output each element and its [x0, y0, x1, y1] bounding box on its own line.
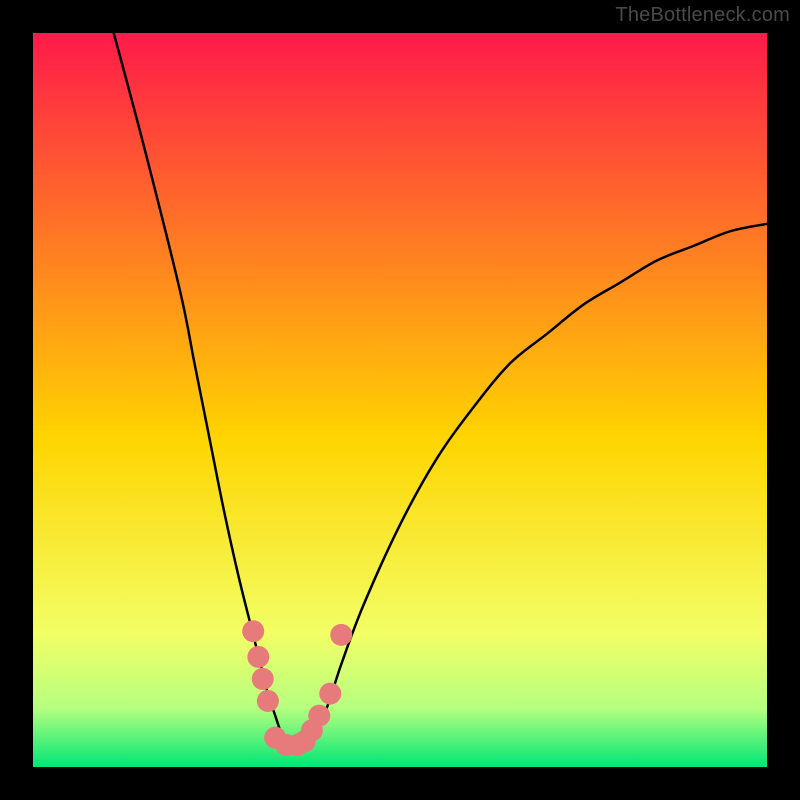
curve-marker	[330, 624, 352, 646]
curve-marker	[257, 690, 279, 712]
bottleneck-plot	[33, 33, 767, 767]
plot-area	[33, 33, 767, 767]
chart-frame: TheBottleneck.com	[0, 0, 800, 800]
curve-marker	[247, 646, 269, 668]
curve-marker	[242, 620, 264, 642]
watermark-text: TheBottleneck.com	[615, 4, 790, 27]
curve-marker	[319, 683, 341, 705]
curve-marker	[252, 668, 274, 690]
curve-marker	[308, 705, 330, 727]
